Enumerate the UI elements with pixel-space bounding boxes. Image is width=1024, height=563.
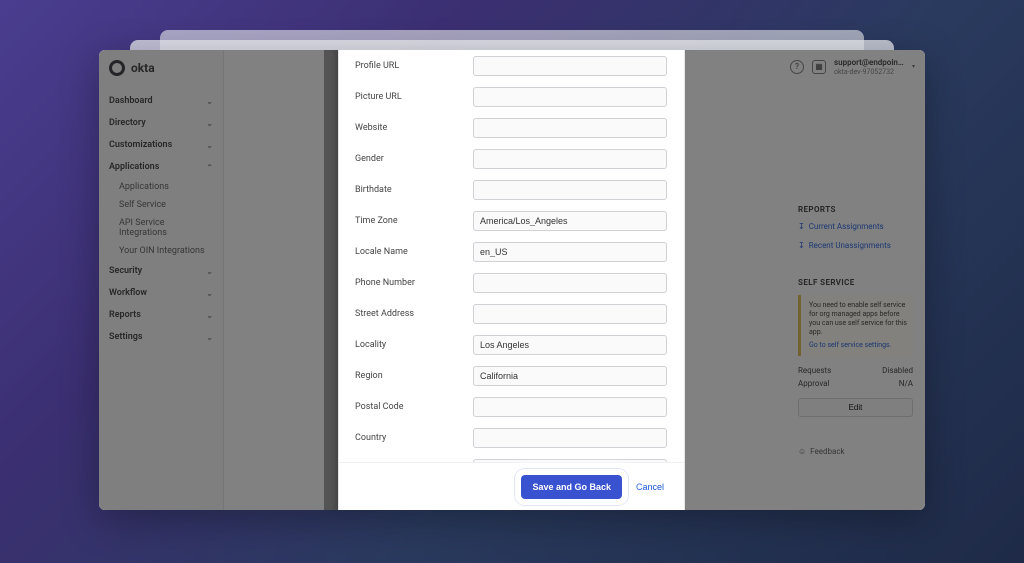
sidebar-item-label: Settings [109, 332, 143, 342]
gender-input[interactable] [473, 149, 667, 169]
reports-heading: REPORTS [798, 205, 913, 214]
chevron-icon: ⌄ [206, 289, 213, 298]
sidebar-item-label: Directory [109, 118, 146, 128]
field-label: Street Address [353, 309, 473, 319]
cancel-button[interactable]: Cancel [636, 482, 664, 492]
user-org: okta-dev-97052732 [834, 68, 904, 76]
form-row: Profile URL [353, 50, 667, 81]
sidebar-subitem-your-oin-integrations[interactable]: Your OIN Integrations [99, 242, 223, 260]
form-row: Street Address [353, 298, 667, 329]
chevron-icon: ⌄ [206, 141, 213, 150]
assignment-modal: Profile URL Picture URL Website Gender Birth… [339, 50, 684, 510]
field-label: Picture URL [353, 92, 473, 102]
form-row: Region [353, 360, 667, 391]
sidebar-item-label: Applications [109, 162, 159, 172]
field-label: Profile URL [353, 61, 473, 71]
form-row: Gender [353, 143, 667, 174]
chevron-icon: ⌄ [206, 119, 213, 128]
brand-logo-icon [109, 60, 125, 76]
street-address-input[interactable] [473, 304, 667, 324]
self-service-heading: SELF SERVICE [798, 278, 913, 287]
picture-url-input[interactable] [473, 87, 667, 107]
chevron-down-icon: ▾ [912, 63, 915, 70]
form-row: Country [353, 422, 667, 453]
field-label: Gender [353, 154, 473, 164]
field-label: Website [353, 123, 473, 133]
sidebar-item-settings[interactable]: Settings ⌄ [99, 326, 223, 348]
sidebar-item-label: Dashboard [109, 96, 153, 106]
right-panel: REPORTS Current Assignments Recent Unass… [798, 205, 913, 456]
app-window: okta Dashboard ⌄ Directory ⌄ Customizations ⌄… [99, 50, 925, 510]
help-icon[interactable]: ? [790, 60, 804, 74]
sidebar-item-applications[interactable]: Applications ⌃ [99, 156, 223, 178]
brand-text: okta [131, 61, 155, 75]
sidebar-item-label: Workflow [109, 288, 147, 298]
country-input[interactable] [473, 428, 667, 448]
notice-text: You need to enable self service for org … [809, 301, 907, 336]
field-label: Country [353, 433, 473, 443]
user-menu[interactable]: support@endpoint... okta-dev-97052732 [834, 58, 904, 76]
sidebar-item-label: Security [109, 266, 142, 276]
field-label: Phone Number [353, 278, 473, 288]
sidebar-item-customizations[interactable]: Customizations ⌄ [99, 134, 223, 156]
current-assignments-link[interactable]: Current Assignments [798, 222, 913, 231]
field-label: Postal Code [353, 402, 473, 412]
approval-value: N/A [899, 379, 913, 388]
profile-url-input[interactable] [473, 56, 667, 76]
user-email: support@endpoint... [834, 58, 904, 68]
sidebar-item-label: Reports [109, 310, 141, 320]
form-row: Postal Code [353, 391, 667, 422]
sidebar-item-label: Customizations [109, 140, 172, 150]
form-row: Picture URL [353, 81, 667, 112]
chevron-icon: ⌄ [206, 311, 213, 320]
form-row: Birthdate [353, 174, 667, 205]
sidebar-subitem-self-service[interactable]: Self Service [99, 196, 223, 214]
locality-input[interactable] [473, 335, 667, 355]
apps-icon[interactable]: ▦ [812, 60, 826, 74]
sidebar: okta Dashboard ⌄ Directory ⌄ Customizations ⌄… [99, 50, 224, 510]
feedback-link[interactable]: Feedback [798, 447, 913, 456]
recent-unassignments-link[interactable]: Recent Unassignments [798, 241, 913, 250]
sidebar-item-security[interactable]: Security ⌄ [99, 260, 223, 282]
requests-label: Requests [798, 366, 831, 375]
sidebar-item-dashboard[interactable]: Dashboard ⌄ [99, 90, 223, 112]
notice-link[interactable]: Go to self service settings. [809, 341, 907, 350]
approval-label: Approval [798, 379, 829, 388]
field-label: Birthdate [353, 185, 473, 195]
modal-footer: Save and Go Back Cancel [339, 462, 684, 510]
chevron-icon: ⌄ [206, 267, 213, 276]
modal-body[interactable]: Profile URL Picture URL Website Gender Birth… [339, 50, 681, 462]
sidebar-subitem-applications[interactable]: Applications [99, 178, 223, 196]
sidebar-item-directory[interactable]: Directory ⌄ [99, 112, 223, 134]
time-zone-input[interactable] [473, 211, 667, 231]
self-service-notice: You need to enable self service for org … [798, 295, 913, 356]
form-row: Website [353, 112, 667, 143]
chevron-icon: ⌃ [206, 163, 213, 172]
field-label: Time Zone [353, 216, 473, 226]
form-row: Locality [353, 329, 667, 360]
requests-value: Disabled [882, 366, 913, 375]
sidebar-item-reports[interactable]: Reports ⌄ [99, 304, 223, 326]
region-input[interactable] [473, 366, 667, 386]
edit-button[interactable]: Edit [798, 398, 913, 417]
field-label: Region [353, 371, 473, 381]
chevron-icon: ⌄ [206, 97, 213, 106]
field-label: Locality [353, 340, 473, 350]
birthdate-input[interactable] [473, 180, 667, 200]
sidebar-subitem-api-service-integrations[interactable]: API Service Integrations [99, 214, 223, 242]
form-row: Phone Number [353, 267, 667, 298]
form-row: Time Zone [353, 205, 667, 236]
website-input[interactable] [473, 118, 667, 138]
save-and-go-back-button[interactable]: Save and Go Back [521, 475, 622, 499]
postal-code-input[interactable] [473, 397, 667, 417]
form-row: Formatted [353, 453, 667, 462]
sidebar-item-workflow[interactable]: Workflow ⌄ [99, 282, 223, 304]
form-row: Locale Name [353, 236, 667, 267]
chevron-icon: ⌄ [206, 333, 213, 342]
field-label: Locale Name [353, 247, 473, 257]
locale-name-input[interactable] [473, 242, 667, 262]
phone-number-input[interactable] [473, 273, 667, 293]
brand-row: okta [99, 50, 223, 90]
topbar: ? ▦ support@endpoint... okta-dev-9705273… [790, 58, 915, 76]
